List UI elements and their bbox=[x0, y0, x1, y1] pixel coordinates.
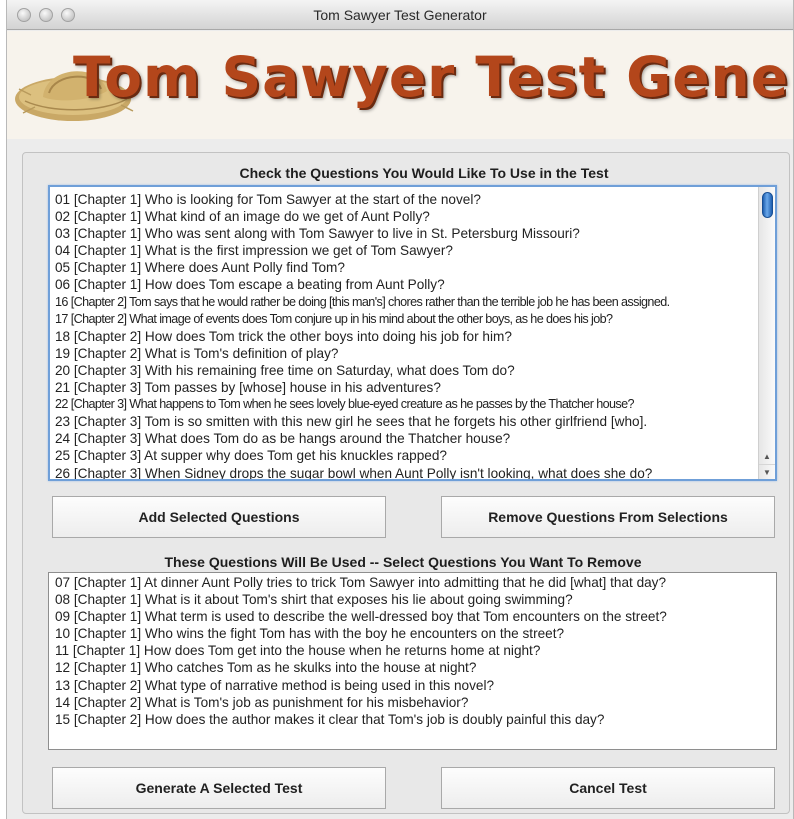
available-questions-heading: Check the Questions You Would Like To Us… bbox=[239, 165, 609, 181]
selected-questions-list[interactable]: 07 [Chapter 1] At dinner Aunt Polly trie… bbox=[48, 572, 777, 750]
question-row[interactable]: 03 [Chapter 1] Who was sent along with T… bbox=[55, 225, 755, 242]
question-row[interactable]: 11 [Chapter 1] How does Tom get into the… bbox=[55, 642, 770, 659]
question-row[interactable]: 17 [Chapter 2] What image of events does… bbox=[55, 311, 755, 328]
available-list-scrollbar[interactable]: ▲ ▼ bbox=[758, 187, 775, 479]
question-row[interactable]: 15 [Chapter 2] How does the author makes… bbox=[55, 711, 770, 728]
question-row[interactable]: 13 [Chapter 2] What type of narrative me… bbox=[55, 677, 770, 694]
question-row[interactable]: 26 [Chapter 3] When Sidney drops the sug… bbox=[55, 465, 755, 480]
remove-questions-button[interactable]: Remove Questions From Selections bbox=[441, 496, 775, 538]
up-arrow-icon[interactable]: ▲ bbox=[759, 449, 775, 464]
question-row[interactable]: 01 [Chapter 1] Who is looking for Tom Sa… bbox=[55, 191, 755, 208]
question-row[interactable]: 14 [Chapter 2] What is Tom's job as puni… bbox=[55, 694, 770, 711]
question-row[interactable]: 18 [Chapter 2] How does Tom trick the ot… bbox=[55, 328, 755, 345]
selected-questions-heading: These Questions Will Be Used -- Select Q… bbox=[164, 554, 642, 570]
question-row[interactable]: 02 [Chapter 1] What kind of an image do … bbox=[55, 208, 755, 225]
question-row[interactable]: 19 [Chapter 2] What is Tom's definition … bbox=[55, 345, 755, 362]
question-panel: Check the Questions You Would Like To Us… bbox=[22, 152, 790, 814]
question-row[interactable]: 06 [Chapter 1] How does Tom escape a bea… bbox=[55, 276, 755, 293]
question-row[interactable]: 25 [Chapter 3] At supper why does Tom ge… bbox=[55, 447, 755, 464]
question-row[interactable]: 20 [Chapter 3] With his remaining free t… bbox=[55, 362, 755, 379]
question-row[interactable]: 24 [Chapter 3] What does Tom do as be ha… bbox=[55, 430, 755, 447]
question-row[interactable]: 16 [Chapter 2] Tom says that he would ra… bbox=[55, 294, 755, 311]
add-selected-questions-button[interactable]: Add Selected Questions bbox=[52, 496, 386, 538]
question-row[interactable]: 08 [Chapter 1] What is it about Tom's sh… bbox=[55, 591, 770, 608]
down-arrow-icon[interactable]: ▼ bbox=[759, 464, 775, 479]
banner: Tom Sawyer Test Generator bbox=[7, 31, 793, 139]
selected-question-rows: 07 [Chapter 1] At dinner Aunt Polly trie… bbox=[55, 574, 770, 728]
question-row[interactable]: 09 [Chapter 1] What term is used to desc… bbox=[55, 608, 770, 625]
question-row[interactable]: 21 [Chapter 3] Tom passes by [whose] hou… bbox=[55, 379, 755, 396]
app-window: Tom Sawyer Test Generator Tom Sawyer Tes… bbox=[6, 0, 794, 819]
question-row[interactable]: 10 [Chapter 1] Who wins the fight Tom ha… bbox=[55, 625, 770, 642]
question-row[interactable]: 22 [Chapter 3] What happens to Tom when … bbox=[55, 396, 755, 413]
cancel-test-button[interactable]: Cancel Test bbox=[441, 767, 775, 809]
generate-test-button[interactable]: Generate A Selected Test bbox=[52, 767, 386, 809]
question-row[interactable]: 04 [Chapter 1] What is the first impress… bbox=[55, 242, 755, 259]
banner-title: Tom Sawyer Test Generator bbox=[73, 45, 793, 109]
question-row[interactable]: 07 [Chapter 1] At dinner Aunt Polly trie… bbox=[55, 574, 770, 591]
scroll-thumb[interactable] bbox=[762, 192, 773, 218]
available-question-rows: 01 [Chapter 1] Who is looking for Tom Sa… bbox=[55, 191, 755, 480]
title-bar[interactable]: Tom Sawyer Test Generator bbox=[7, 0, 793, 30]
question-row[interactable]: 05 [Chapter 1] Where does Aunt Polly fin… bbox=[55, 259, 755, 276]
question-row[interactable]: 12 [Chapter 1] Who catches Tom as he sku… bbox=[55, 659, 770, 676]
question-row[interactable]: 23 [Chapter 3] Tom is so smitten with th… bbox=[55, 413, 755, 430]
available-questions-list[interactable]: 01 [Chapter 1] Who is looking for Tom Sa… bbox=[48, 185, 777, 481]
window-title: Tom Sawyer Test Generator bbox=[313, 7, 487, 23]
